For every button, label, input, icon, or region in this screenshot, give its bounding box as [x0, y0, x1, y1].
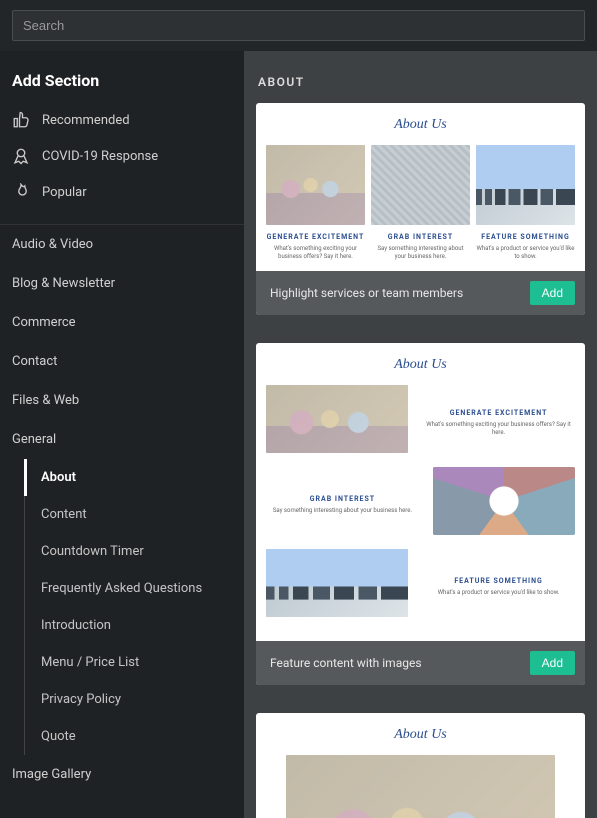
placeholder-image — [476, 145, 575, 225]
sidebar: Add Section Recommended COVID-19 Respons… — [0, 51, 244, 818]
cat-files-web[interactable]: Files & Web — [0, 381, 244, 420]
sub-about[interactable]: About — [24, 459, 244, 496]
preview-title: About Us — [266, 727, 575, 743]
template-preview[interactable]: About Us — [256, 713, 585, 818]
sub-countdown[interactable]: Countdown Timer — [25, 533, 244, 570]
preview-row-heading: GENERATE EXCITEMENT — [422, 409, 575, 417]
cat-commerce[interactable]: Commerce — [0, 303, 244, 342]
pill-popular[interactable]: Popular — [0, 174, 244, 210]
placeholder-image — [286, 755, 555, 818]
preview-row: FEATURE SOMETHING What's a product or se… — [266, 549, 575, 617]
sub-quote[interactable]: Quote — [25, 718, 244, 755]
content-pane: ABOUT About Us GENERATE EXCITEMENT What'… — [244, 51, 597, 818]
preview-row: GRAB INTEREST Say something interesting … — [266, 467, 575, 535]
category-list: Audio & Video Blog & Newsletter Commerce… — [0, 224, 244, 794]
placeholder-image — [266, 549, 408, 617]
sub-content[interactable]: Content — [25, 496, 244, 533]
preview-row-text: What's a product or service you'd like t… — [422, 589, 575, 597]
search-input[interactable] — [12, 10, 585, 41]
placeholder-image — [433, 467, 575, 535]
cat-image-gallery[interactable]: Image Gallery — [0, 755, 244, 794]
preview-col: GRAB INTEREST Say something interesting … — [371, 145, 470, 261]
cat-contact[interactable]: Contact — [0, 342, 244, 381]
pill-covid[interactable]: COVID-19 Response — [0, 138, 244, 174]
sidebar-title: Add Section — [0, 51, 244, 98]
cat-audio-video[interactable]: Audio & Video — [0, 225, 244, 264]
thumbs-up-icon — [12, 111, 30, 129]
preview-row-heading: GRAB INTEREST — [266, 495, 419, 503]
card-caption: Feature content with images — [270, 656, 422, 670]
preview-col-text: What's something exciting your business … — [266, 245, 365, 261]
card-footer: Highlight services or team members Add — [256, 271, 585, 315]
preview-title: About Us — [266, 117, 575, 133]
sub-menu-price[interactable]: Menu / Price List — [25, 644, 244, 681]
preview-row: GENERATE EXCITEMENT What's something exc… — [266, 385, 575, 453]
template-card: About Us GENERATE EXCITEMENT What's some… — [256, 343, 585, 685]
preview-row-text: What's something exciting your business … — [422, 421, 575, 437]
top-bar — [0, 0, 597, 51]
pill-label: Popular — [42, 185, 87, 200]
main-layout: Add Section Recommended COVID-19 Respons… — [0, 51, 597, 818]
sidebar-quick-filters: Recommended COVID-19 Response Popular — [0, 98, 244, 224]
placeholder-image — [266, 145, 365, 225]
placeholder-image — [266, 385, 408, 453]
sub-faq[interactable]: Frequently Asked Questions — [25, 570, 244, 607]
preview-col: FEATURE SOMETHING What's a product or se… — [476, 145, 575, 261]
preview-col-heading: FEATURE SOMETHING — [476, 233, 575, 241]
cat-general[interactable]: General — [0, 420, 244, 459]
content-heading: ABOUT — [256, 51, 585, 103]
template-preview[interactable]: About Us GENERATE EXCITEMENT What's some… — [256, 343, 585, 641]
card-caption: Highlight services or team members — [270, 286, 463, 300]
add-button[interactable]: Add — [530, 281, 575, 305]
preview-col: GENERATE EXCITEMENT What's something exc… — [266, 145, 365, 261]
template-card: About Us — [256, 713, 585, 818]
pill-label: COVID-19 Response — [42, 149, 158, 164]
preview-col-heading: GENERATE EXCITEMENT — [266, 233, 365, 241]
template-card: About Us GENERATE EXCITEMENT What's some… — [256, 103, 585, 315]
preview-col-heading: GRAB INTEREST — [371, 233, 470, 241]
sub-privacy[interactable]: Privacy Policy — [25, 681, 244, 718]
sub-introduction[interactable]: Introduction — [25, 607, 244, 644]
preview-row-text: Say something interesting about your bus… — [266, 507, 419, 515]
general-subcategories: About Content Countdown Timer Frequently… — [24, 459, 244, 755]
ribbon-icon — [12, 147, 30, 165]
preview-col-text: What's a product or service you'd like t… — [476, 245, 575, 261]
card-footer: Feature content with images Add — [256, 641, 585, 685]
cat-blog-newsletter[interactable]: Blog & Newsletter — [0, 264, 244, 303]
preview-row-heading: FEATURE SOMETHING — [422, 577, 575, 585]
add-button[interactable]: Add — [530, 651, 575, 675]
flame-icon — [12, 183, 30, 201]
pill-recommended[interactable]: Recommended — [0, 102, 244, 138]
placeholder-image — [371, 145, 470, 225]
preview-title: About Us — [266, 357, 575, 373]
template-preview[interactable]: About Us GENERATE EXCITEMENT What's some… — [256, 103, 585, 271]
preview-col-text: Say something interesting about your bus… — [371, 245, 470, 261]
pill-label: Recommended — [42, 113, 130, 128]
